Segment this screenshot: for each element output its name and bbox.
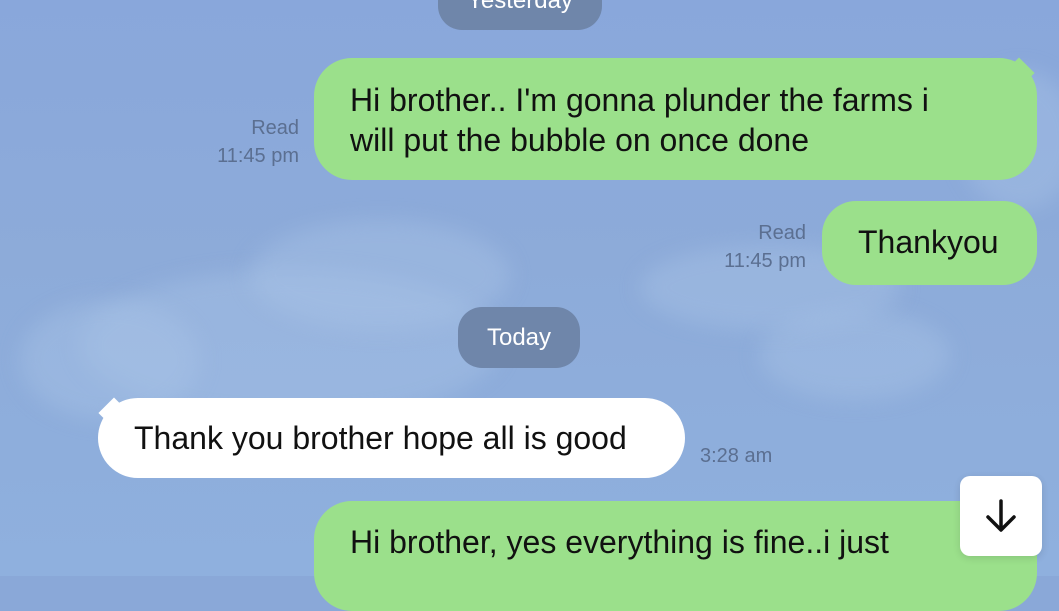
outgoing-message-bubble[interactable]: Thankyou: [822, 201, 1037, 285]
message-text-line: Thank you brother hope all is good: [134, 420, 627, 456]
message-text-line: Thankyou: [858, 224, 999, 260]
message-time: 11:45 pm: [217, 145, 299, 167]
date-divider-label: Yesterday: [467, 0, 573, 14]
message-time: 3:28 am: [700, 445, 773, 467]
date-divider-label: Today: [486, 324, 552, 351]
read-status: Read: [251, 117, 299, 139]
outgoing-message-bubble[interactable]: Hi brother.. I'm gonna plunder the farms…: [314, 58, 1037, 180]
read-status: Read: [758, 222, 806, 244]
scroll-to-bottom-button[interactable]: [960, 476, 1042, 556]
message-time: 11:45 pm: [724, 250, 806, 272]
message-text-line: Hi brother.. I'm gonna plunder the farms…: [350, 82, 929, 118]
date-divider-today: Today: [458, 307, 580, 368]
arrow-down-icon: [986, 499, 1016, 532]
message-meta: Read 11:45 pm: [692, 219, 806, 275]
message-meta: Read 11:45 pm: [186, 114, 299, 170]
date-divider-yesterday: Yesterday: [438, 0, 602, 30]
incoming-message-bubble[interactable]: Thank you brother hope all is good: [98, 398, 685, 478]
message-text-line: Hi brother, yes everything is fine..i ju…: [350, 524, 889, 560]
message-text-line: will put the bubble on once done: [350, 122, 810, 158]
outgoing-message-bubble[interactable]: Hi brother, yes everything is fine..i ju…: [314, 501, 1037, 611]
